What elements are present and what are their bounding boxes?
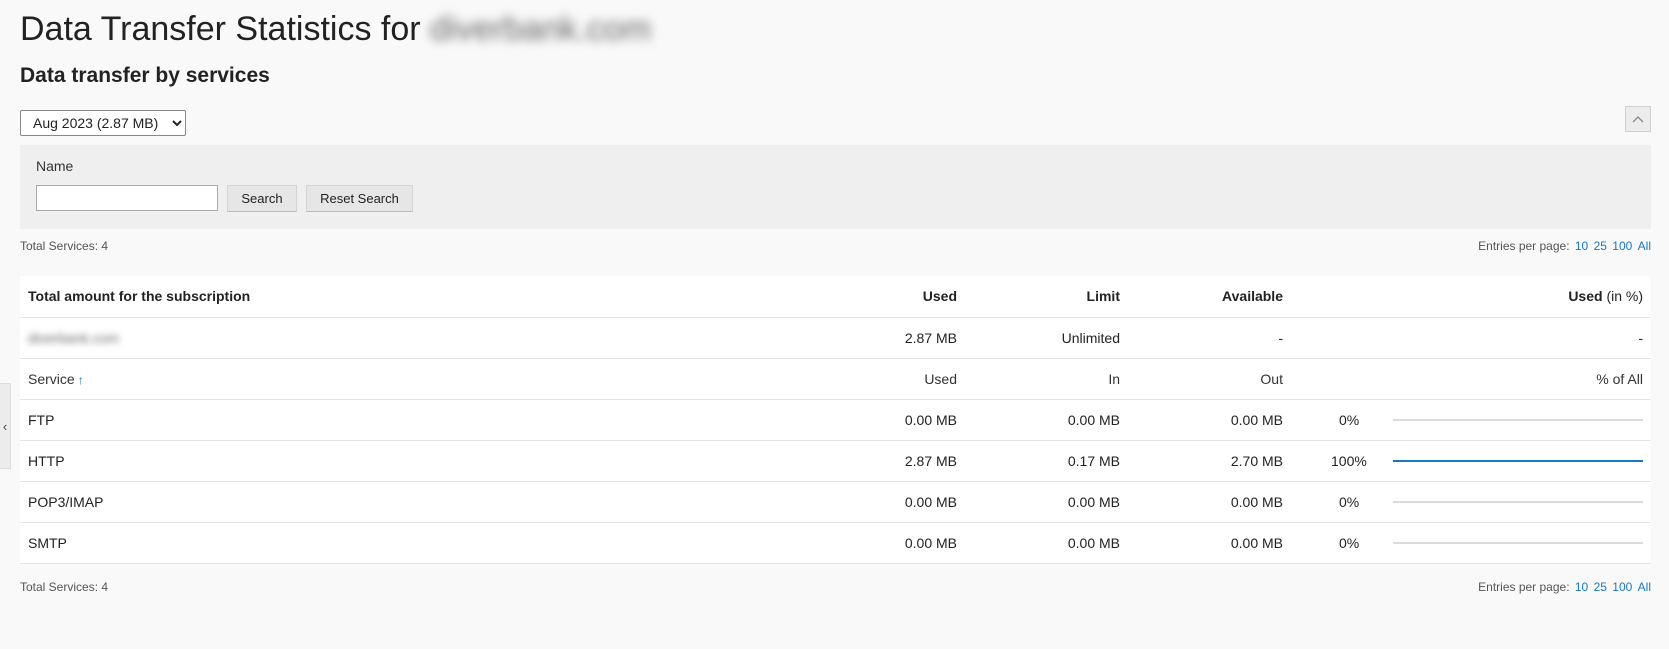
table-row: POP3/IMAP 0.00 MB 0.00 MB 0.00 MB 0% [20,481,1651,523]
entries-per-page: Entries per page: 10 25 100 All [1478,239,1651,253]
usage-bar [1393,541,1643,544]
sort-ascending-icon[interactable]: ↑ [78,373,84,387]
table-row: HTTP 2.87 MB 0.17 MB 2.70 MB 100% [20,440,1651,482]
section-title: Data transfer by services [20,64,270,87]
entries-option-25[interactable]: 25 [1594,580,1607,594]
service-name: SMTP [20,522,802,564]
services-table: Total amount for the subscription Used L… [20,276,1651,564]
usage-bar-fill [1393,459,1643,462]
bottom-meta: Total Services: 4 Entries per page: 10 2… [20,580,1651,594]
sidebar-toggle[interactable]: ‹ [0,383,11,469]
usage-bar [1393,459,1643,462]
service-used: 0.00 MB [802,522,965,564]
service-pct-label: 0% [1339,493,1360,510]
service-name: HTTP [20,440,802,482]
service-out: 0.00 MB [1128,481,1291,523]
total-row-available: - [1128,317,1291,359]
col-header-service[interactable]: Service ↑ [20,358,802,400]
name-label: Name [36,158,74,174]
entries-per-page: Entries per page: 10 25 100 All [1478,580,1651,594]
total-row-used-pct: - [1291,317,1651,359]
service-in: 0.00 MB [965,522,1128,564]
service-pct-label: 0% [1339,534,1360,551]
entries-option-all[interactable]: All [1638,239,1651,253]
page-title-prefix: Data Transfer Statistics for [20,10,421,48]
top-meta: Total Services: 4 Entries per page: 10 2… [20,239,1651,253]
page-title: Data Transfer Statistics for diverbank.c… [20,10,651,49]
col-header-limit: Limit [965,276,1128,318]
service-pct-label: 0% [1339,411,1360,428]
service-pct-label: 100% [1331,452,1367,469]
total-row-used: 2.87 MB [802,317,965,359]
col-header-service-used: Used [802,358,965,400]
service-used: 2.87 MB [802,440,965,482]
service-out: 2.70 MB [1128,440,1291,482]
total-row-domain-text: diverbank.com [28,329,120,346]
entries-option-100[interactable]: 100 [1612,239,1632,253]
service-used: 0.00 MB [802,399,965,441]
entries-option-10[interactable]: 10 [1575,580,1588,594]
reset-search-button[interactable]: Reset Search [306,185,413,212]
service-in: 0.00 MB [965,481,1128,523]
service-out: 0.00 MB [1128,399,1291,441]
col-header-used-pct-label: Used [1568,288,1603,305]
table-row: FTP 0.00 MB 0.00 MB 0.00 MB 0% [20,399,1651,441]
service-header-row: Service ↑ Used In Out % of All [20,358,1651,400]
entries-label: Entries per page: [1478,239,1570,253]
col-header-used-pct: Used (in %) [1291,276,1651,318]
total-services-label: Total Services: 4 [20,580,109,594]
col-header-available: Available [1128,276,1291,318]
chevron-up-icon [1632,116,1644,123]
table-row: SMTP 0.00 MB 0.00 MB 0.00 MB 0% [20,522,1651,564]
total-row-limit: Unlimited [965,317,1128,359]
col-header-total: Total amount for the subscription [20,276,802,318]
col-header-in: In [965,358,1128,400]
col-header-used-pct-unit: (in %) [1606,288,1643,305]
name-search-input[interactable] [36,185,218,211]
col-header-pct-of-all: % of All [1291,358,1651,400]
entries-option-25[interactable]: 25 [1594,239,1607,253]
service-in: 0.00 MB [965,399,1128,441]
entries-option-10[interactable]: 10 [1575,239,1588,253]
search-button[interactable]: Search [227,185,297,212]
col-header-used: Used [802,276,965,318]
service-pct: 0% [1291,399,1651,441]
page-title-domain: diverbank.com [430,10,652,48]
service-in: 0.17 MB [965,440,1128,482]
service-pct: 100% [1291,440,1651,482]
service-name: POP3/IMAP [20,481,802,523]
entries-option-all[interactable]: All [1638,580,1651,594]
total-services-label: Total Services: 4 [20,239,109,253]
entries-label: Entries per page: [1478,580,1570,594]
col-header-service-label[interactable]: Service [28,371,75,387]
total-header-row: Total amount for the subscription Used L… [20,276,1651,318]
service-name: FTP [20,399,802,441]
service-used: 0.00 MB [802,481,965,523]
service-pct: 0% [1291,481,1651,523]
entries-option-100[interactable]: 100 [1612,580,1632,594]
total-row-domain: diverbank.com [20,317,802,359]
col-header-out: Out [1128,358,1291,400]
chevron-left-icon: ‹ [2,418,8,434]
total-row: diverbank.com 2.87 MB Unlimited - - [20,317,1651,359]
search-panel: Name Search Reset Search [20,145,1651,229]
usage-bar [1393,500,1643,503]
service-pct: 0% [1291,522,1651,564]
collapse-button[interactable] [1625,106,1651,132]
service-out: 0.00 MB [1128,522,1291,564]
period-select[interactable]: Aug 2023 (2.87 MB) [20,110,186,136]
usage-bar [1393,418,1643,421]
